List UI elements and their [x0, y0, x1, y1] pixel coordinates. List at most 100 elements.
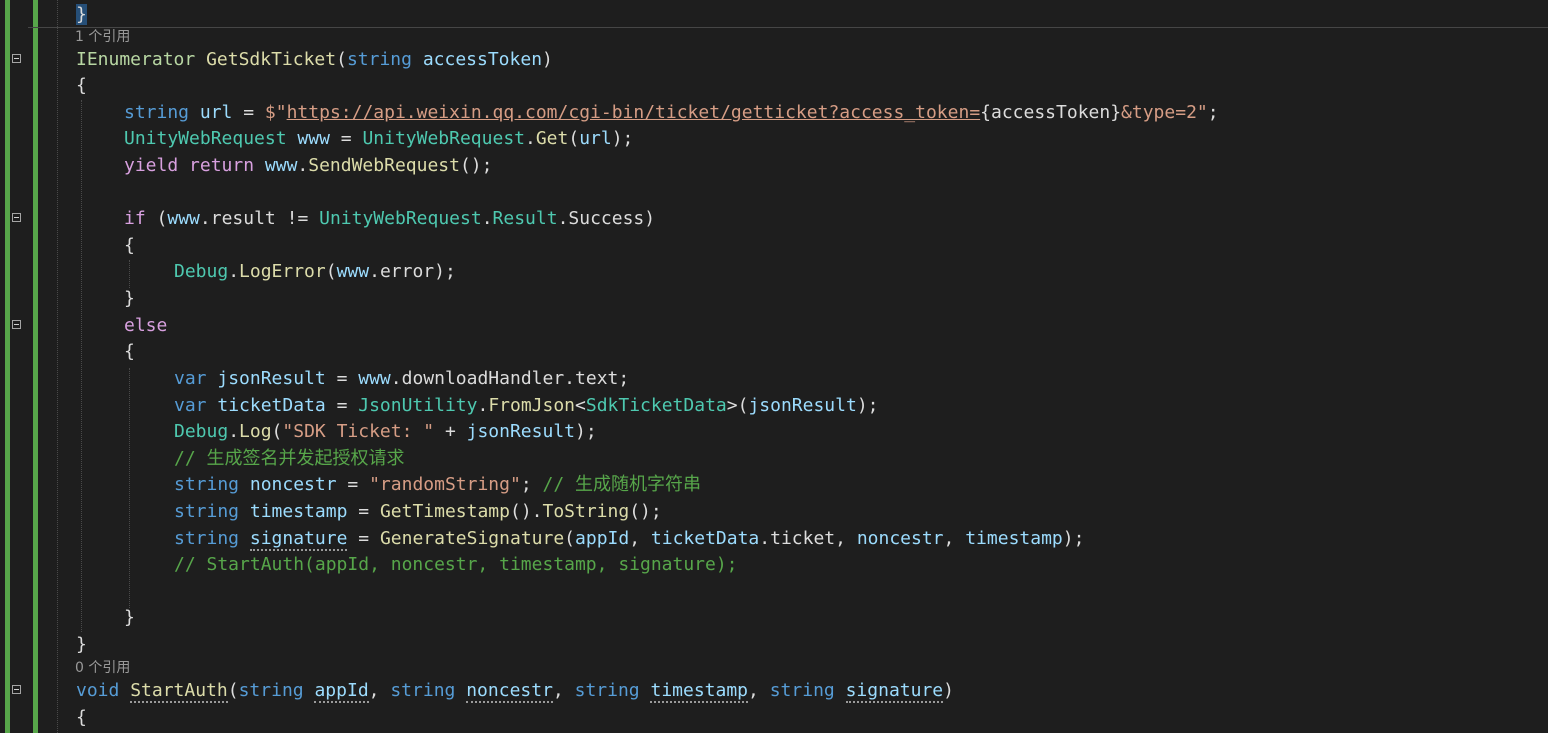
- code-line[interactable]: }: [0, 2, 1548, 28]
- method-name: GetSdkTicket: [206, 49, 337, 70]
- fold-toggle-icon[interactable]: [12, 320, 21, 329]
- code-line[interactable]: yield return www.SendWebRequest();: [0, 153, 1548, 179]
- fold-toggle-icon[interactable]: [12, 213, 21, 222]
- keyword: void: [76, 680, 120, 701]
- variable: appId: [575, 528, 630, 549]
- code-editor[interactable]: } 1 个引用 IEnumerator GetSdkTicket(string …: [0, 0, 1548, 733]
- variable: timestamp: [249, 501, 348, 522]
- parameter: accessToken: [422, 49, 543, 70]
- code-line[interactable]: Debug.Log("SDK Ticket: " + jsonResult);: [0, 419, 1548, 445]
- code-line[interactable]: void StartAuth(string appId, string nonc…: [0, 678, 1548, 704]
- code-line[interactable]: {: [0, 233, 1548, 259]
- property: text: [575, 368, 619, 389]
- keyword: var: [174, 395, 207, 416]
- variable: jsonResult: [217, 368, 326, 389]
- method-name: StartAuth: [130, 680, 228, 703]
- parameter: timestamp: [650, 680, 749, 703]
- code-line[interactable]: {: [0, 339, 1548, 365]
- code-line[interactable]: // 生成签名并发起授权请求: [0, 446, 1548, 472]
- keyword: string: [574, 680, 640, 701]
- brace: }: [124, 607, 135, 628]
- parameter: appId: [314, 680, 369, 703]
- keyword: string: [124, 102, 190, 123]
- code-line[interactable]: var jsonResult = www.downloadHandler.tex…: [0, 366, 1548, 392]
- keyword: var: [174, 368, 207, 389]
- url-link[interactable]: https://api.weixin.qq.com/cgi-bin/ticket…: [287, 102, 981, 123]
- brace-match: }: [76, 4, 87, 25]
- keyword: string: [238, 680, 304, 701]
- brace: {: [124, 341, 135, 362]
- keyword: string: [174, 474, 240, 495]
- method-name: GetTimestamp: [379, 501, 510, 522]
- code-line[interactable]: else: [0, 313, 1548, 339]
- method-name: Log: [239, 421, 272, 442]
- parameter: signature: [845, 680, 944, 703]
- code-line[interactable]: }: [0, 286, 1548, 312]
- code-line[interactable]: IEnumerator GetSdkTicket(string accessTo…: [0, 47, 1548, 73]
- code-line[interactable]: {: [0, 73, 1548, 99]
- comment: // StartAuth(appId, noncestr, timestamp,…: [174, 554, 738, 575]
- variable: www: [167, 208, 200, 229]
- string: $": [264, 102, 287, 123]
- type-name: UnityWebRequest: [319, 208, 482, 229]
- type-name: JsonUtility: [358, 395, 478, 416]
- fold-toggle-icon[interactable]: [12, 685, 21, 694]
- parameter: noncestr: [466, 680, 553, 703]
- brace: {: [76, 75, 87, 96]
- method-name: SendWebRequest: [308, 155, 460, 176]
- code-line[interactable]: {: [0, 705, 1548, 731]
- brace: }: [124, 288, 135, 309]
- method-name: LogError: [239, 261, 326, 282]
- type-name: UnityWebRequest: [362, 128, 525, 149]
- variable: noncestr: [856, 528, 944, 549]
- code-line[interactable]: var ticketData = JsonUtility.FromJson<Sd…: [0, 393, 1548, 419]
- variable: url: [579, 128, 612, 149]
- method-name: Get: [535, 128, 569, 149]
- variable: ticketData: [217, 395, 326, 416]
- type-name: Debug: [174, 421, 229, 442]
- property: error: [379, 261, 435, 282]
- method-name: GenerateSignature: [379, 528, 565, 549]
- variable: www: [297, 128, 330, 149]
- enum-member: Success: [568, 208, 645, 229]
- code-line[interactable]: string noncestr = "randomString"; // 生成随…: [0, 472, 1548, 498]
- brace: }: [76, 634, 87, 655]
- code-line[interactable]: UnityWebRequest www = UnityWebRequest.Ge…: [0, 126, 1548, 152]
- variable: ticketData: [650, 528, 760, 549]
- variable: www: [358, 368, 391, 389]
- brace: {: [76, 707, 87, 728]
- code-line[interactable]: Debug.LogError(www.error);: [0, 259, 1548, 285]
- fold-toggle-icon[interactable]: [12, 54, 21, 63]
- keyword: string: [769, 680, 835, 701]
- codelens-references[interactable]: 1 个引用: [75, 27, 130, 47]
- keyword: string: [174, 501, 240, 522]
- code-line[interactable]: }: [0, 605, 1548, 631]
- variable: url: [199, 102, 233, 123]
- codelens-references[interactable]: 0 个引用: [75, 658, 130, 678]
- keyword: string: [346, 49, 412, 70]
- type-name: SdkTicketData: [585, 395, 727, 416]
- keyword: else: [124, 315, 168, 336]
- brace: {: [124, 235, 135, 256]
- type-name: UnityWebRequest: [124, 128, 287, 149]
- code-line[interactable]: }: [0, 632, 1548, 658]
- property: result: [210, 208, 276, 229]
- type-name: Debug: [174, 261, 229, 282]
- string: &type=2": [1121, 102, 1208, 123]
- code-line[interactable]: // StartAuth(appId, noncestr, timestamp,…: [0, 552, 1548, 578]
- method-name: ToString: [542, 501, 630, 522]
- string: "randomString": [369, 474, 521, 495]
- variable: timestamp: [965, 528, 1063, 549]
- code-line[interactable]: string url = $"https://api.weixin.qq.com…: [0, 100, 1548, 126]
- code-line[interactable]: if (www.result != UnityWebRequest.Result…: [0, 206, 1548, 232]
- string: "SDK Ticket: ": [282, 421, 435, 442]
- variable: jsonResult: [466, 421, 575, 442]
- keyword: yield return: [124, 155, 255, 176]
- code-line[interactable]: string signature = GenerateSignature(app…: [0, 526, 1548, 552]
- variable: www: [336, 261, 370, 282]
- keyword: string: [390, 680, 456, 701]
- comment: // 生成随机字符串: [542, 474, 702, 495]
- property: downloadHandler: [401, 368, 565, 389]
- code-line[interactable]: string timestamp = GetTimestamp().ToStri…: [0, 499, 1548, 525]
- type-name: Result: [492, 208, 558, 229]
